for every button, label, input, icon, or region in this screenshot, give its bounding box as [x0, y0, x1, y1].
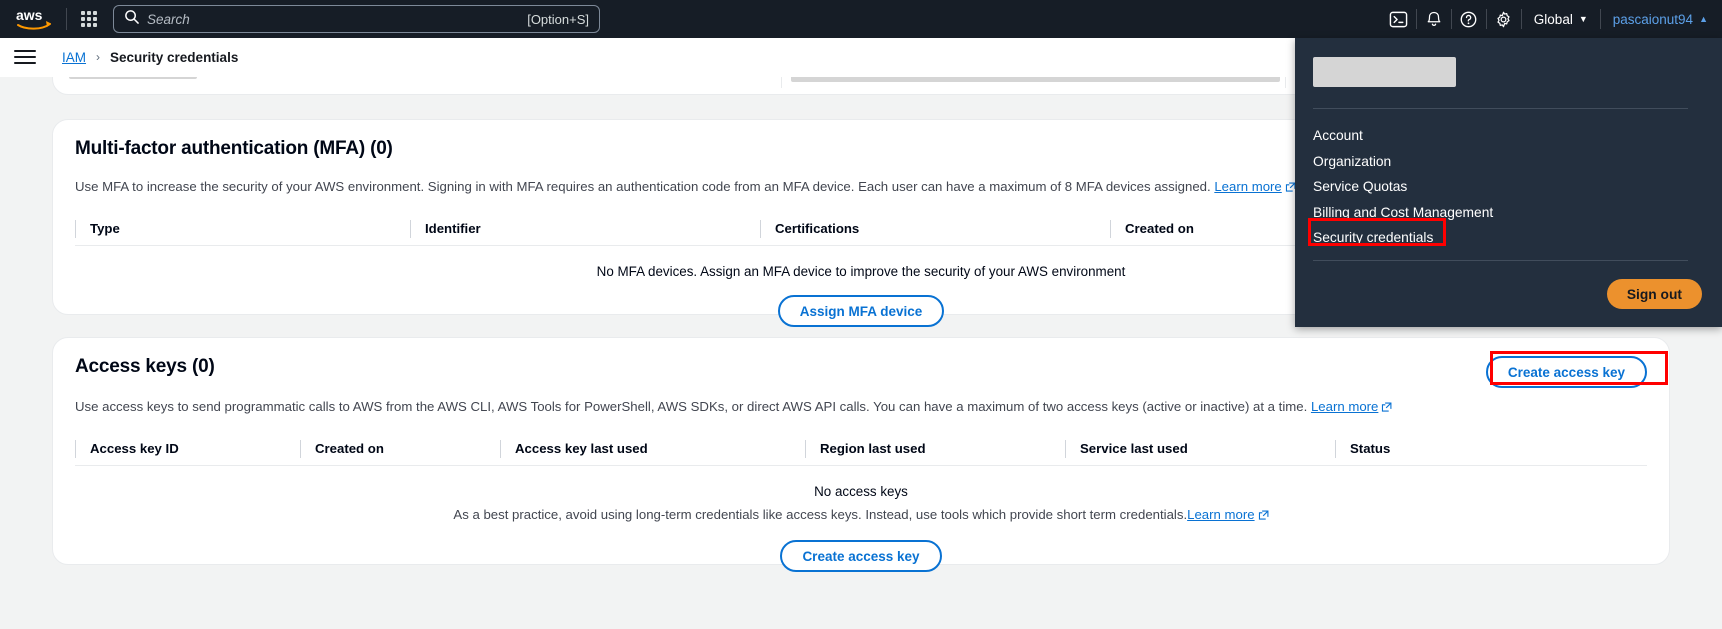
- access-keys-empty-learn-more-link[interactable]: Learn more: [1187, 507, 1254, 522]
- mfa-empty-message: No MFA devices. Assign an MFA device to …: [596, 264, 1126, 280]
- access-keys-panel-header: Access keys (0) Create access key: [53, 338, 1669, 388]
- account-dropdown-menu: Account Organization Service Quotas Bill…: [1295, 38, 1722, 327]
- aws-logo-icon: aws: [16, 7, 51, 30]
- access-keys-learn-more-link[interactable]: Learn more: [1311, 399, 1378, 414]
- access-keys-column-last-used: Access key last used: [500, 439, 805, 458]
- search-icon: [124, 9, 139, 29]
- dropdown-item-security-credentials[interactable]: Security credentials: [1295, 225, 1722, 251]
- assign-mfa-device-button[interactable]: Assign MFA device: [777, 295, 945, 328]
- access-keys-column-created-on: Created on: [300, 439, 500, 458]
- aws-logo[interactable]: aws: [14, 7, 56, 31]
- access-keys-column-key-id: Access key ID: [75, 439, 300, 458]
- dropdown-item-billing-and-cost-management[interactable]: Billing and Cost Management: [1295, 200, 1722, 226]
- mfa-column-type: Type: [75, 219, 410, 238]
- nav-divider: [66, 8, 67, 30]
- breadcrumb-item-current: Security credentials: [110, 49, 239, 65]
- redacted-value: [791, 77, 1280, 82]
- access-keys-title: Access keys (0): [75, 356, 215, 377]
- external-link-icon: [1258, 509, 1269, 524]
- mfa-column-identifier: Identifier: [410, 219, 760, 238]
- search-bar[interactable]: [Option+S]: [113, 5, 600, 33]
- gear-icon[interactable]: [1487, 0, 1521, 38]
- access-keys-column-region-last-used: Region last used: [805, 439, 1065, 458]
- access-keys-empty-subtitle: As a best practice, avoid using long-ter…: [453, 507, 1188, 523]
- account-label: pascaionut94: [1612, 11, 1694, 27]
- mfa-learn-more-link[interactable]: Learn more: [1214, 179, 1281, 194]
- access-keys-empty-state: No access keys As a best practice, avoid…: [53, 466, 1669, 573]
- mfa-column-certifications: Certifications: [760, 219, 1110, 238]
- chevron-up-icon: ▲: [1699, 14, 1708, 24]
- external-link-icon: [1381, 399, 1392, 418]
- dropdown-divider: [1313, 108, 1688, 109]
- redacted-account-id: [1313, 57, 1456, 87]
- chevron-down-icon: ▼: [1578, 14, 1588, 24]
- app-grid-icon[interactable]: [81, 11, 97, 27]
- menu-toggle-icon[interactable]: [14, 46, 36, 68]
- bell-icon[interactable]: [1417, 0, 1451, 38]
- account-dropdown-items: Account Organization Service Quotas Bill…: [1295, 123, 1722, 251]
- create-access-key-button-top[interactable]: Create access key: [1485, 356, 1647, 388]
- svg-text:aws: aws: [16, 7, 43, 23]
- region-label: Global: [1533, 11, 1573, 27]
- dropdown-divider: [1313, 260, 1688, 261]
- access-keys-column-status: Status: [1335, 439, 1515, 458]
- access-keys-panel: Access keys (0) Create access key Use ac…: [52, 337, 1670, 573]
- help-icon[interactable]: [1452, 0, 1486, 38]
- dropdown-item-service-quotas[interactable]: Service Quotas: [1295, 174, 1722, 200]
- redacted-value: [69, 77, 197, 79]
- search-input[interactable]: [147, 11, 528, 27]
- column-divider: [781, 77, 782, 88]
- search-shortcut-hint: [Option+S]: [527, 11, 589, 27]
- column-divider: [1285, 77, 1286, 88]
- access-keys-empty-subtitle-row: As a best practice, avoid using long-ter…: [453, 507, 1269, 524]
- top-navigation-bar: aws [Option+S]: [0, 0, 1722, 38]
- access-keys-description: Use access keys to send programmatic cal…: [75, 399, 1308, 414]
- account-menu-button[interactable]: pascaionut94 ▲: [1601, 12, 1722, 27]
- access-keys-actions: Create access key: [1485, 356, 1647, 388]
- access-keys-empty-title: No access keys: [814, 484, 908, 500]
- access-keys-table-header: Access key ID Created on Access key last…: [75, 432, 1647, 467]
- mfa-title: Multi-factor authentication (MFA) (0): [75, 138, 393, 159]
- mfa-description: Use MFA to increase the security of your…: [75, 179, 1211, 194]
- dropdown-item-account[interactable]: Account: [1295, 123, 1722, 149]
- breadcrumb-separator-icon: ›: [96, 50, 101, 64]
- top-nav-right-group: Global ▼ pascaionut94 ▲: [1382, 0, 1722, 38]
- access-keys-column-service-last-used: Service last used: [1065, 439, 1335, 458]
- create-access-key-button-empty-state[interactable]: Create access key: [780, 540, 942, 573]
- cloudshell-icon[interactable]: [1382, 0, 1416, 38]
- sign-out-button[interactable]: Sign out: [1606, 279, 1702, 309]
- breadcrumb-item-iam[interactable]: IAM: [62, 50, 86, 65]
- region-selector[interactable]: Global ▼: [1522, 12, 1600, 27]
- dropdown-item-organization[interactable]: Organization: [1295, 149, 1722, 175]
- access-keys-description-row: Use access keys to send programmatic cal…: [53, 388, 1669, 418]
